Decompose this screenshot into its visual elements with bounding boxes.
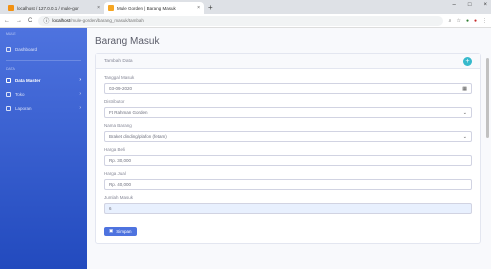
site-favicon-icon	[108, 5, 114, 11]
form-group-distributor: Distributor Ft Rahman Gorden ⌄	[104, 99, 472, 118]
new-tab-button[interactable]: +	[208, 2, 213, 14]
minimize-button[interactable]: –	[453, 2, 456, 8]
sidebar-item-label: Laporan	[15, 105, 32, 111]
card-body: Tanggal Masuk 03-09-2020 ▦ Distributor F…	[96, 69, 480, 243]
chevron-down-icon: ⌄	[462, 133, 467, 140]
chevron-right-icon: ›	[79, 77, 81, 83]
close-window-button[interactable]: ×	[483, 2, 487, 8]
tanggal-value: 03-09-2020	[109, 86, 133, 91]
star-icon[interactable]: ☆	[456, 18, 460, 24]
sidebar: MULE Dashboard DATA Data Master › Toko ›…	[0, 28, 87, 269]
extension-icon[interactable]: ●	[466, 18, 469, 24]
form-group-harga-beli: Harga Beli Rp. 30,000	[104, 147, 472, 166]
tanggal-input[interactable]: 03-09-2020 ▦	[104, 83, 472, 94]
chevron-down-icon: ⌄	[462, 109, 467, 116]
harga-beli-input[interactable]: Rp. 30,000	[104, 155, 472, 166]
window-controls: – □ ×	[453, 2, 487, 8]
tab-phpmyadmin[interactable]: localhost / 127.0.0.1 / mule-gor ×	[4, 2, 104, 14]
url-path: /mule-gorden/barang_masuk/tambah	[70, 18, 144, 23]
form-group-harga-jual: Harga Jual Rp. 40,000	[104, 171, 472, 190]
harga-jual-value: Rp. 40,000	[109, 182, 132, 187]
distributor-value: Ft Rahman Gorden	[109, 110, 148, 115]
barang-label: Nama Barang	[104, 123, 132, 128]
phpmyadmin-icon	[8, 5, 14, 11]
sidebar-divider	[6, 60, 81, 61]
distributor-label: Distributor	[104, 99, 125, 104]
tab-bar: localhost / 127.0.0.1 / mule-gor × Mule …	[0, 0, 491, 14]
chevron-right-icon: ›	[79, 105, 81, 111]
form-group-tanggal: Tanggal Masuk 03-09-2020 ▦	[104, 75, 472, 94]
card-header: Tambah Data +	[96, 54, 480, 69]
jumlah-label: Jumlah Masuk	[104, 195, 134, 200]
database-icon	[6, 77, 11, 83]
close-tab-icon[interactable]: ×	[197, 5, 200, 11]
save-button[interactable]: ▣ Simpan	[104, 226, 137, 236]
tab-label: localhost / 127.0.0.1 / mule-gor	[17, 5, 79, 11]
reload-button[interactable]: C	[28, 18, 32, 24]
sidebar-item-label: Dashboard	[15, 46, 38, 52]
back-button[interactable]: ←	[4, 18, 10, 24]
search-icon[interactable]: ⌕	[449, 18, 452, 24]
tab-label: Mule Gorden | Barang Masuk	[117, 5, 176, 11]
maximize-button[interactable]: □	[468, 2, 472, 8]
app-layout: MULE Dashboard DATA Data Master › Toko ›…	[0, 28, 491, 269]
form-group-jumlah: Jumlah Masuk 6	[104, 195, 472, 214]
tanggal-label: Tanggal Masuk	[104, 75, 135, 80]
form-card: Tambah Data + Tanggal Masuk 03-09-2020 ▦…	[95, 53, 481, 244]
barang-value: Braket dinding/plafon (fetam)	[109, 134, 167, 139]
harga-beli-value: Rp. 30,000	[109, 158, 132, 163]
calendar-icon[interactable]: ▦	[462, 86, 467, 92]
save-label: Simpan	[116, 228, 132, 234]
sidebar-heading: DATA	[6, 67, 15, 71]
sidebar-item-toko[interactable]: Toko ›	[0, 87, 87, 101]
toolbar-icons: ⌕ ☆ ● ● ⋮	[449, 18, 487, 24]
sidebar-item-data-master[interactable]: Data Master ›	[0, 73, 87, 87]
menu-icon[interactable]: ⋮	[482, 18, 487, 24]
barang-select[interactable]: Braket dinding/plafon (fetam) ⌄	[104, 131, 472, 142]
browser-window: localhost / 127.0.0.1 / mule-gor × Mule …	[0, 0, 491, 269]
sidebar-item-label: Toko	[15, 91, 25, 97]
form-group-barang: Nama Barang Braket dinding/plafon (fetam…	[104, 123, 472, 142]
harga-jual-label: Harga Jual	[104, 171, 126, 176]
card-title: Tambah Data	[104, 58, 133, 64]
add-button[interactable]: +	[463, 56, 472, 66]
forward-button[interactable]: →	[16, 18, 22, 24]
dashboard-icon	[6, 46, 11, 52]
store-icon	[6, 91, 11, 97]
page-title: Barang Masuk	[95, 36, 160, 47]
scrollbar[interactable]	[486, 58, 489, 138]
tab-barang-masuk[interactable]: Mule Gorden | Barang Masuk ×	[104, 2, 204, 14]
save-icon: ▣	[109, 228, 114, 233]
jumlah-input[interactable]: 6	[104, 203, 472, 214]
sidebar-item-dashboard[interactable]: Dashboard	[0, 42, 87, 56]
harga-jual-input[interactable]: Rp. 40,000	[104, 179, 472, 190]
main-content: Barang Masuk Tambah Data + Tanggal Masuk…	[87, 28, 491, 269]
distributor-select[interactable]: Ft Rahman Gorden ⌄	[104, 107, 472, 118]
jumlah-value: 6	[109, 206, 112, 211]
close-tab-icon[interactable]: ×	[97, 5, 100, 11]
site-info-icon[interactable]: ⓘ	[43, 16, 49, 25]
url-host: localhost	[52, 18, 71, 23]
address-bar-row: ← → C ⓘ localhost/mule-gorden/barang_mas…	[0, 14, 491, 28]
sidebar-item-label: Data Master	[15, 77, 41, 83]
profile-icon[interactable]: ●	[474, 18, 477, 24]
report-icon	[6, 105, 11, 111]
sidebar-brand[interactable]: MULE	[0, 32, 87, 42]
url-input[interactable]: ⓘ localhost/mule-gorden/barang_masuk/tam…	[38, 15, 443, 26]
chevron-right-icon: ›	[79, 91, 81, 97]
sidebar-item-laporan[interactable]: Laporan ›	[0, 101, 87, 115]
harga-beli-label: Harga Beli	[104, 147, 126, 152]
